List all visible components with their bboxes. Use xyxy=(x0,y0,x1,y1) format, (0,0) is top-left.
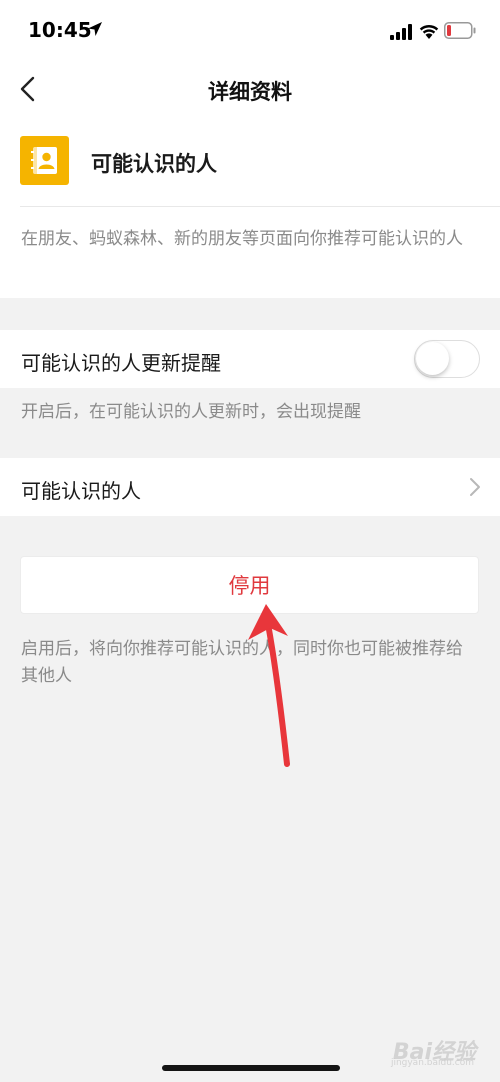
disable-button-label: 停用 xyxy=(228,574,271,598)
feature-info-card: 可能认识的人 在朋友、蚂蚁森林、新的朋友等页面向你推荐可能认识的人 xyxy=(0,120,500,298)
disable-button[interactable]: 停用 xyxy=(20,556,479,614)
update-reminder-label: 可能认识的人更新提醒 xyxy=(21,351,221,375)
location-arrow-icon xyxy=(88,22,102,36)
status-time: 10:45 xyxy=(28,18,92,42)
divider xyxy=(20,206,500,207)
page-title: 详细资料 xyxy=(208,80,292,104)
navigation-bar: 详细资料 xyxy=(0,62,500,120)
update-reminder-row: 可能认识的人更新提醒 xyxy=(0,330,500,388)
home-indicator[interactable] xyxy=(162,1065,340,1071)
feature-name: 可能认识的人 xyxy=(91,152,217,176)
toggle-knob xyxy=(416,342,449,375)
people-you-may-know-row[interactable]: 可能认识的人 xyxy=(0,458,500,516)
people-you-may-know-label: 可能认识的人 xyxy=(21,479,141,503)
chevron-right-icon xyxy=(470,478,480,496)
disable-hint: 启用后，将向你推荐可能认识的人，同时你也可能被推荐给其他人 xyxy=(21,639,463,686)
cellular-signal-icon xyxy=(390,24,412,40)
status-bar: 10:45 xyxy=(0,0,500,62)
update-reminder-hint: 开启后，在可能认识的人更新时，会出现提醒 xyxy=(21,402,361,422)
watermark-url: jingyan.baidu.com xyxy=(390,1058,474,1068)
feature-description: 在朋友、蚂蚁森林、新的朋友等页面向你推荐可能认识的人 xyxy=(21,229,463,249)
contacts-book-icon xyxy=(20,136,69,185)
update-reminder-toggle[interactable] xyxy=(414,340,480,378)
battery-low-icon xyxy=(444,22,476,39)
wifi-icon xyxy=(419,24,439,39)
